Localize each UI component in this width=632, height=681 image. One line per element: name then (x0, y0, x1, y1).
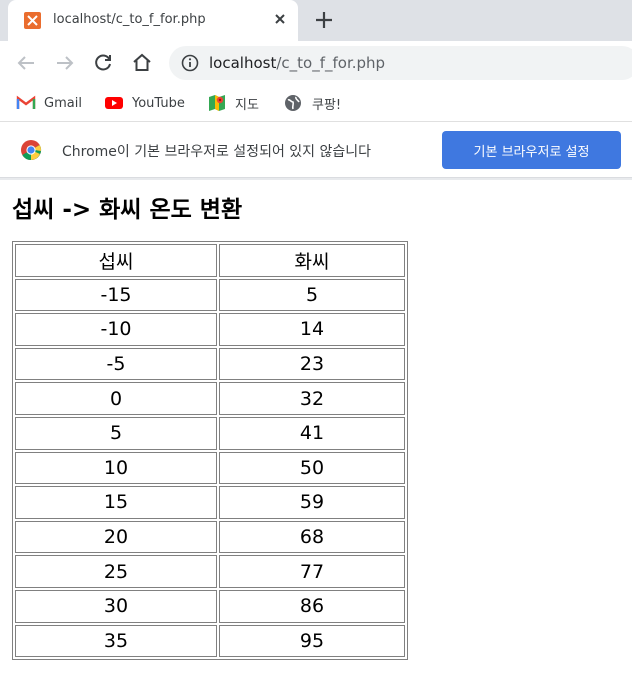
celsius-cell: 20 (15, 520, 217, 554)
fahrenheit-cell: 5 (219, 278, 405, 312)
new-tab-icon[interactable] (313, 9, 335, 31)
bookmark-label: 쿠팡! (312, 97, 342, 113)
info-icon[interactable] (181, 54, 199, 72)
gmail-icon (16, 94, 36, 112)
bookmark-label: 지도 (235, 97, 259, 113)
celsius-cell: 0 (15, 382, 217, 415)
conversion-table: 섭씨 화씨 -15 5 -10 14 -5 23 0 32 5 41 10 50 15 59 … (12, 241, 408, 661)
infobar-message: Chrome이 기본 브라우저로 설정되어 있지 않습니다 (62, 144, 372, 160)
celsius-cell: -5 (15, 347, 217, 381)
home-icon[interactable] (130, 51, 154, 75)
celsius-cell: 15 (15, 486, 217, 519)
page-content: 섭씨 -> 화씨 온도 변환 섭씨 화씨 -15 5 -10 14 -5 23 0 32… (12, 190, 408, 661)
globe-icon (284, 94, 304, 112)
divider (0, 178, 632, 180)
celsius-cell: 30 (15, 589, 217, 623)
table-row: 0 32 (15, 382, 405, 415)
table-row: 10 50 (15, 451, 405, 485)
fahrenheit-cell: 32 (219, 382, 405, 415)
table-row: 25 77 (15, 555, 405, 588)
back-arrow-icon[interactable] (14, 51, 38, 75)
bookmarks-bar: Gmail YouTube 지도 쿠팡! (0, 86, 632, 122)
url-path: /c_to_f_for.php (276, 54, 386, 72)
fahrenheit-cell: 50 (219, 451, 405, 485)
table-row: -10 14 (15, 313, 405, 346)
table-row: -15 5 (15, 278, 405, 312)
fahrenheit-cell: 41 (219, 416, 405, 450)
address-bar[interactable]: localhost/c_to_f_for.php (169, 46, 632, 80)
url-host: localhost (209, 54, 277, 72)
forward-arrow-icon[interactable] (53, 51, 77, 75)
celsius-cell: -15 (15, 278, 217, 312)
page-title: 섭씨 -> 화씨 온도 변환 (12, 197, 243, 223)
table-row: -5 23 (15, 347, 405, 381)
celsius-cell: 35 (15, 624, 217, 658)
youtube-icon (104, 94, 124, 112)
celsius-cell: -10 (15, 313, 217, 346)
fahrenheit-cell: 86 (219, 589, 405, 623)
column-header-fahrenheit: 화씨 (219, 244, 405, 277)
fahrenheit-cell: 68 (219, 520, 405, 554)
bookmark-label: YouTube (132, 95, 185, 111)
bookmark-youtube[interactable]: YouTube (104, 92, 185, 114)
bookmark-label: Gmail (44, 95, 82, 111)
tab-title: localhost/c_to_f_for.php (53, 12, 206, 27)
tab-strip: localhost/c_to_f_for.php (0, 0, 632, 41)
set-default-browser-button[interactable]: 기본 브라우저로 설정 (442, 131, 621, 169)
fahrenheit-cell: 95 (219, 624, 405, 658)
bookmark-coupang[interactable]: 쿠팡! (284, 92, 341, 114)
table-row: 20 68 (15, 520, 405, 554)
default-browser-infobar: Chrome이 기본 브라우저로 설정되어 있지 않습니다 기본 브라우저로 설… (0, 122, 632, 178)
table-row: 5 41 (15, 416, 405, 450)
close-icon[interactable] (270, 9, 290, 29)
maps-icon (207, 94, 227, 112)
chrome-icon (20, 139, 42, 161)
table-row: 35 95 (15, 624, 405, 658)
fahrenheit-cell: 23 (219, 347, 405, 381)
xampp-icon (24, 12, 41, 29)
reload-icon[interactable] (91, 51, 115, 75)
table-row: 30 86 (15, 589, 405, 623)
browser-tab[interactable]: localhost/c_to_f_for.php (8, 0, 298, 41)
bookmark-gmail[interactable]: Gmail (16, 92, 82, 114)
celsius-cell: 25 (15, 555, 217, 588)
table-row: 15 59 (15, 486, 405, 519)
celsius-cell: 5 (15, 416, 217, 450)
celsius-cell: 10 (15, 451, 217, 485)
browser-toolbar: localhost/c_to_f_for.php (0, 41, 632, 86)
fahrenheit-cell: 59 (219, 486, 405, 519)
fahrenheit-cell: 77 (219, 555, 405, 588)
fahrenheit-cell: 14 (219, 313, 405, 346)
column-header-celsius: 섭씨 (15, 244, 217, 277)
url-text: localhost/c_to_f_for.php (209, 54, 385, 72)
table-header-row: 섭씨 화씨 (15, 244, 405, 277)
bookmark-maps[interactable]: 지도 (207, 92, 259, 114)
